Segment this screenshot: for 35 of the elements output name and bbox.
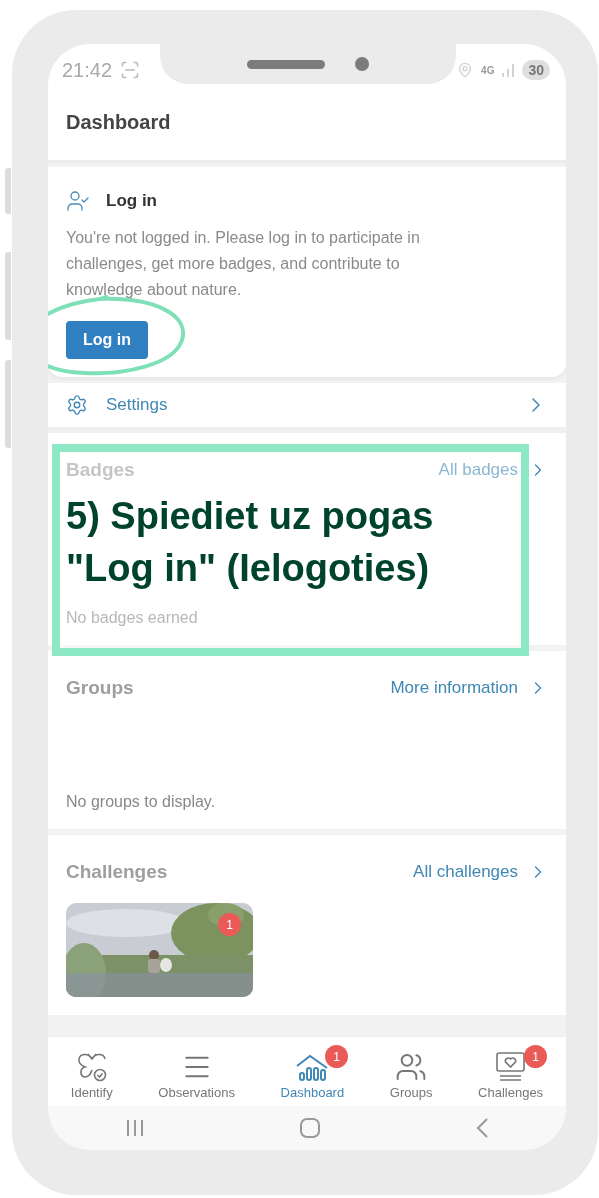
instruction-text: 5) Spiediet uz pogas "Log in" (Ielogoties) bbox=[66, 494, 435, 591]
card-title: Log in bbox=[106, 191, 157, 211]
section-link[interactable]: More information bbox=[390, 678, 548, 698]
back-icon[interactable] bbox=[475, 1117, 489, 1139]
settings-icon bbox=[66, 394, 88, 416]
nav-tab[interactable]: Dashboard 1 bbox=[272, 1045, 353, 1100]
home-icon[interactable] bbox=[299, 1117, 321, 1139]
heart-card-icon bbox=[493, 1051, 528, 1083]
status-time: 21:42 bbox=[62, 58, 113, 82]
empty-message: No groups to display. bbox=[66, 793, 217, 811]
section-title: Groups bbox=[66, 677, 134, 699]
signal-icon bbox=[502, 63, 515, 77]
section-title: Challenges bbox=[66, 861, 168, 883]
section-link[interactable]: All challenges bbox=[413, 862, 548, 882]
nav-tab[interactable]: Observations bbox=[150, 1045, 243, 1100]
recent-apps-icon[interactable] bbox=[125, 1118, 145, 1138]
empty-message: No badges earned bbox=[66, 609, 199, 627]
notification-badge: 1 bbox=[325, 1045, 349, 1068]
section-title: Badges bbox=[66, 459, 135, 481]
notification-badge: 1 bbox=[524, 1045, 548, 1068]
user-check-icon bbox=[66, 189, 90, 213]
network-label: 4G bbox=[481, 64, 495, 76]
battery-level: 30 bbox=[522, 60, 550, 80]
users-icon bbox=[395, 1051, 428, 1083]
section-link[interactable]: All badges bbox=[438, 460, 548, 480]
nav-tab[interactable]: Identify bbox=[62, 1045, 121, 1100]
nav-tab[interactable]: Challenges 1 bbox=[470, 1045, 552, 1100]
page-title: Dashboard bbox=[66, 111, 172, 134]
screenshot-icon bbox=[120, 60, 141, 80]
location-icon bbox=[457, 62, 474, 78]
camera-dot bbox=[355, 57, 369, 71]
settings-label: Settings bbox=[106, 395, 169, 415]
login-button[interactable]: Log in bbox=[66, 321, 148, 359]
login-message: You're not logged in. Please log in to participate in challenges, get more badges, and contribute to knowledge about nature. bbox=[66, 228, 421, 300]
nav-tab[interactable]: Groups bbox=[381, 1045, 441, 1100]
